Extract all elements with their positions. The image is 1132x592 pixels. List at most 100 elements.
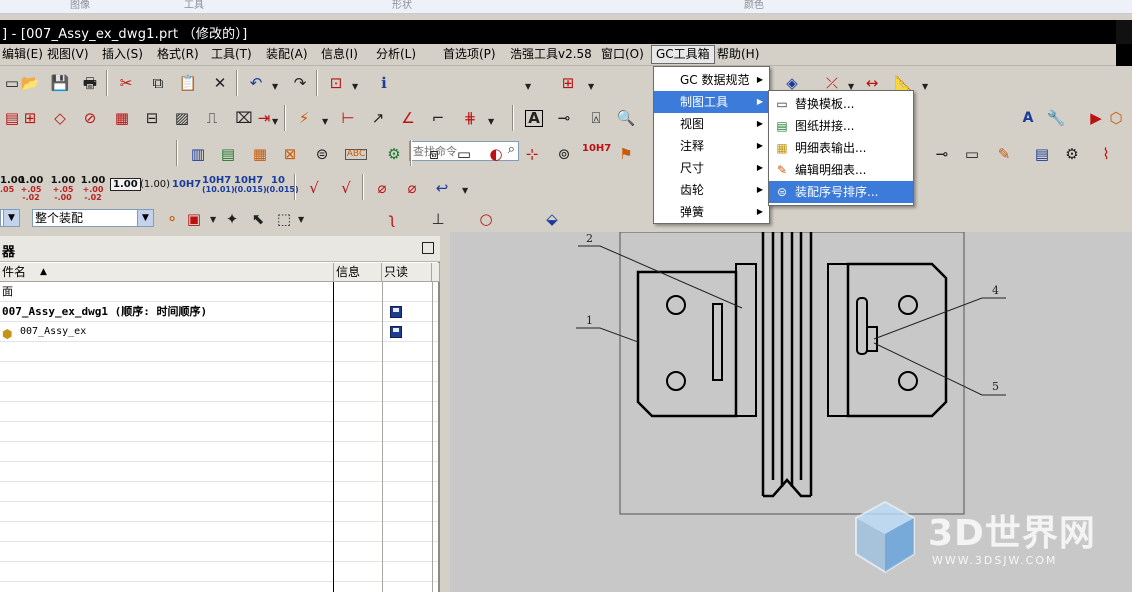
tolerance-dev[interactable]: 10 (0.015): [266, 176, 299, 194]
undo-icon[interactable]: ↶: [244, 71, 268, 95]
linear-dimension-icon[interactable]: ⊢: [336, 106, 360, 130]
label-icon[interactable]: ⊠: [278, 142, 302, 166]
snap-intersection-icon[interactable]: ⊥: [426, 207, 450, 231]
projected-view-icon[interactable]: ◇: [48, 106, 72, 130]
menu-format[interactable]: 格式(R): [157, 47, 199, 62]
select-body-icon[interactable]: ⬉: [246, 207, 270, 231]
table-icon[interactable]: ▦: [248, 142, 272, 166]
menu-item-replace-template[interactable]: ▭ 替换模板...: [769, 93, 913, 115]
balloon-label-1[interactable]: 1: [586, 314, 593, 327]
assembly-scope-select[interactable]: 整个装配 ▼: [32, 209, 154, 227]
title-block-icon[interactable]: ▭: [452, 142, 476, 166]
tolerance-style-2[interactable]: 1.00 +.05 -.02: [18, 176, 44, 202]
column-header-info[interactable]: 信息: [334, 263, 382, 282]
menu-edit[interactable]: 编辑(E): [2, 47, 43, 62]
menu-window[interactable]: 窗口(O): [601, 47, 644, 62]
balloon-label-4[interactable]: 4: [992, 284, 999, 297]
datum-feature-icon[interactable]: ⍓: [584, 106, 608, 130]
menu-item-sheet-stitch[interactable]: ▤ 图纸拼接...: [769, 115, 913, 137]
search-dropdown-icon[interactable]: ▼: [525, 82, 531, 91]
print-icon[interactable]: 🖶: [78, 71, 102, 95]
zoom-icon[interactable]: 🔍: [614, 106, 638, 130]
surface-finish-icon[interactable]: √: [302, 176, 326, 200]
menu-item-annotation[interactable]: 注释 ▶: [654, 135, 769, 157]
menu-assembly[interactable]: 装配(A): [266, 47, 308, 62]
tolerance-fit[interactable]: 10H7: [172, 180, 201, 190]
menu-view[interactable]: 视图(V): [47, 47, 89, 62]
text-style-icon[interactable]: A: [1016, 106, 1040, 130]
detail-view-icon[interactable]: ⊘: [78, 106, 102, 130]
abc-text-icon[interactable]: ABC: [344, 142, 368, 166]
save-icon[interactable]: 💾: [48, 71, 72, 95]
column-header-more[interactable]: [432, 263, 440, 282]
menu-insert[interactable]: 插入(S): [102, 47, 143, 62]
brush-icon[interactable]: ✎: [992, 142, 1016, 166]
menu-haoqiang-tools[interactable]: 浩强工具v2.58: [510, 47, 592, 62]
cut-icon[interactable]: ✂: [114, 71, 138, 95]
balloon-label-5[interactable]: 5: [992, 380, 999, 393]
box-select-dropdown-icon[interactable]: ▼: [298, 215, 304, 224]
feature-control-frame-icon[interactable]: ⊸: [552, 106, 576, 130]
redo-icon[interactable]: ↷: [288, 71, 312, 95]
menu-preferences[interactable]: 首选项(P): [443, 47, 496, 62]
menu-analysis[interactable]: 分析(L): [376, 47, 416, 62]
angle-dropdown-icon[interactable]: ▼: [922, 82, 928, 91]
gear-tool-icon[interactable]: ⚙: [382, 142, 406, 166]
half-section-icon[interactable]: ⊟: [140, 106, 164, 130]
list-item[interactable]: 面: [0, 282, 438, 302]
tolerance-reference[interactable]: (1.00): [140, 180, 170, 190]
fit-symbol-label[interactable]: 10H7: [582, 144, 611, 154]
snap-quadrant-icon[interactable]: ○: [474, 207, 498, 231]
menu-gc-toolbox[interactable]: GC工具箱: [651, 45, 715, 64]
menu-help[interactable]: 帮助(H): [717, 47, 759, 62]
auto-dimension-icon[interactable]: ⚡: [292, 106, 316, 130]
balloon-icon[interactable]: ⊜: [310, 142, 334, 166]
diameter-icon[interactable]: ⌀: [370, 176, 394, 200]
dimension-dropdown-icon[interactable]: ▼: [322, 117, 328, 126]
menu-item-gc-data-standard[interactable]: GC 数据规范 ▶: [654, 69, 769, 91]
menu-item-balloon-sort[interactable]: ⊜ 装配序号排序...: [769, 181, 913, 203]
tolerance-style-1[interactable]: 1.00.05: [0, 176, 25, 194]
table-note-icon[interactable]: ▭: [960, 142, 984, 166]
open-folder-icon[interactable]: 📂: [18, 71, 42, 95]
settings-wrench-icon[interactable]: 🔧: [1044, 106, 1068, 130]
angle-dimension-icon[interactable]: ∠: [396, 106, 420, 130]
chamfer-dimension-icon[interactable]: ⌐: [426, 106, 450, 130]
centerline-icon[interactable]: ⊸: [930, 142, 954, 166]
surface-finish-2-icon[interactable]: √: [334, 176, 358, 200]
list-item-assembly-root[interactable]: 007_Assy_ex_dwg1 (顺序: 时间顺序): [0, 302, 438, 322]
tolerance-style-4[interactable]: 1.00 +.00 -.02: [80, 176, 106, 202]
fit-view-icon[interactable]: ⊡: [324, 71, 348, 95]
menu-item-spring[interactable]: 弹簧 ▶: [654, 201, 769, 223]
menu-information[interactable]: 信息(I): [321, 47, 358, 62]
select-face-icon[interactable]: ✦: [220, 207, 244, 231]
settings-gear-icon[interactable]: ⚙: [1060, 142, 1084, 166]
column-header-name[interactable]: 件名 ▲: [0, 263, 334, 282]
ordinate-dimension-icon[interactable]: ⋕: [458, 106, 482, 130]
snap-curve-icon[interactable]: ʅ: [380, 207, 404, 231]
select-filter-icon[interactable]: ⚬: [160, 207, 184, 231]
tolerance-style-3[interactable]: 1.00 +.05 -.00: [50, 176, 76, 202]
menu-item-view[interactable]: 视图 ▶: [654, 113, 769, 135]
copy-icon[interactable]: ⧉: [146, 71, 170, 95]
section-view-icon[interactable]: ▦: [110, 106, 134, 130]
tolerance-basic[interactable]: 1.00: [110, 178, 141, 191]
parts-list-icon[interactable]: ▤: [216, 142, 240, 166]
menu-item-dimension[interactable]: 尺寸 ▶: [654, 157, 769, 179]
border-icon[interactable]: ⧈: [422, 142, 446, 166]
undo-dropdown-icon[interactable]: ▼: [272, 82, 278, 91]
balloon-label-2[interactable]: 2: [586, 232, 593, 245]
select-dropdown-icon[interactable]: ▼: [210, 215, 216, 224]
spring-icon[interactable]: ⌇: [1094, 142, 1118, 166]
menu-item-edit-parts-list[interactable]: ✎ 编辑明细表...: [769, 159, 913, 181]
view-dropdown-icon[interactable]: ▼: [352, 82, 358, 91]
diameter-2-icon[interactable]: ⌀: [400, 176, 424, 200]
weld-symbol-icon[interactable]: ⚑: [614, 142, 638, 166]
menu-item-drafting-tools[interactable]: 制图工具 ▶: [654, 91, 769, 113]
menu-tools[interactable]: 工具(T): [211, 47, 252, 62]
ordinate-dropdown-icon[interactable]: ▼: [488, 117, 494, 126]
tolerance-dropdown-icon[interactable]: ▼: [462, 186, 468, 195]
zoom-dropdown-icon[interactable]: ▼: [588, 82, 594, 91]
return-arrow-icon[interactable]: ↩: [430, 176, 454, 200]
delete-icon[interactable]: ✕: [208, 71, 232, 95]
